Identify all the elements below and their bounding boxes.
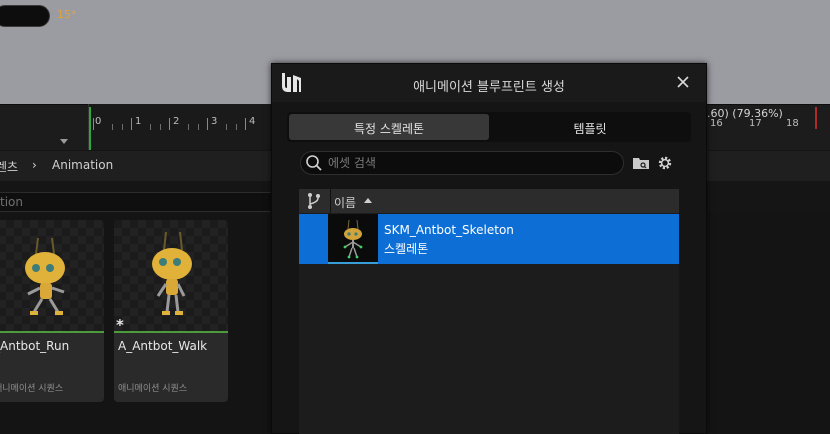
skeleton-icon xyxy=(343,219,363,259)
tick-line xyxy=(245,118,246,130)
breadcrumb-item[interactable]: Animation xyxy=(52,158,113,172)
search-icon xyxy=(306,155,322,171)
asset-type: 애니메이션 시퀀스 xyxy=(0,384,64,394)
timeline-tick-label: 16 xyxy=(710,118,723,129)
timeline-start-marker[interactable] xyxy=(89,107,91,150)
tick-line xyxy=(131,118,132,130)
dialog-title: 애니메이션 블루프린트 생성 xyxy=(413,80,565,95)
source-control-branch-icon[interactable] xyxy=(306,192,322,210)
asset-tile[interactable]: * _Antbot_Run 애니메이션 시퀀스 xyxy=(0,220,104,402)
tick-minor xyxy=(122,124,123,130)
tab-specific-skeleton-label[interactable]: 특정 스켈레톤 xyxy=(289,120,489,137)
timeline-dropdown[interactable] xyxy=(0,131,88,149)
gear-icon[interactable] xyxy=(656,154,674,172)
column-divider[interactable] xyxy=(330,189,331,213)
timeline-ruler[interactable] xyxy=(88,104,278,150)
asset-name: SKM_Antbot_Skeleton xyxy=(384,223,514,237)
timeline-tick-label: 3 xyxy=(211,116,218,127)
asset-thumbnail xyxy=(328,214,378,264)
asset-tile[interactable]: * A_Antbot_Walk 애니메이션 시퀀스 xyxy=(114,220,228,402)
antbot-run-icon xyxy=(25,237,65,315)
sort-ascending-icon xyxy=(364,198,372,203)
timeline-tick-label: 1 xyxy=(135,116,142,127)
asset-type-color-bar xyxy=(0,331,104,333)
timeline-tick-label: 17 xyxy=(749,118,762,129)
tab-template-label[interactable]: 템플릿 xyxy=(490,120,690,137)
tick-line xyxy=(93,118,94,130)
folder-icon[interactable] xyxy=(632,155,650,171)
antbot-walk-icon xyxy=(152,231,192,315)
tick-line xyxy=(207,118,208,130)
chevron-down-icon[interactable] xyxy=(60,139,68,144)
column-header-name[interactable]: 이름 xyxy=(334,194,356,211)
tick-line xyxy=(169,118,170,130)
timeline-frame-value: 15* xyxy=(57,8,77,21)
asset-filter-bar[interactable] xyxy=(0,192,276,212)
timeline-tick-label: 2 xyxy=(173,116,180,127)
tick-minor xyxy=(150,124,151,130)
tick-minor xyxy=(198,124,199,130)
asset-name: A_Antbot_Walk xyxy=(118,339,208,353)
timeline-tick-label: 4 xyxy=(249,116,256,127)
tick-minor xyxy=(236,124,237,130)
asset-type: 애니메이션 시퀀스 xyxy=(118,384,188,394)
chevron-right-icon: › xyxy=(32,158,37,172)
timeline-end-marker[interactable] xyxy=(815,107,817,129)
asset-filter-text: tion xyxy=(0,195,23,209)
unsaved-star-icon: * xyxy=(116,316,124,334)
timeline-tick-label: 0 xyxy=(95,116,102,127)
tick-minor xyxy=(226,124,227,130)
tick-minor xyxy=(160,124,161,130)
asset-type-color-bar xyxy=(114,331,228,333)
tick-minor xyxy=(188,124,189,130)
asset-type: 스켈레톤 xyxy=(384,242,429,256)
asset-thumbnail xyxy=(114,220,228,332)
tick-minor xyxy=(112,124,113,130)
close-icon[interactable] xyxy=(674,73,692,91)
asset-name: _Antbot_Run xyxy=(0,339,70,353)
timeline-tick-label: 18 xyxy=(786,118,799,129)
timeline-time-field[interactable] xyxy=(0,5,50,27)
breadcrumb-item[interactable]: 렌츠 xyxy=(0,158,18,175)
asset-thumbnail xyxy=(0,220,104,332)
asset-search-input[interactable] xyxy=(328,152,618,174)
